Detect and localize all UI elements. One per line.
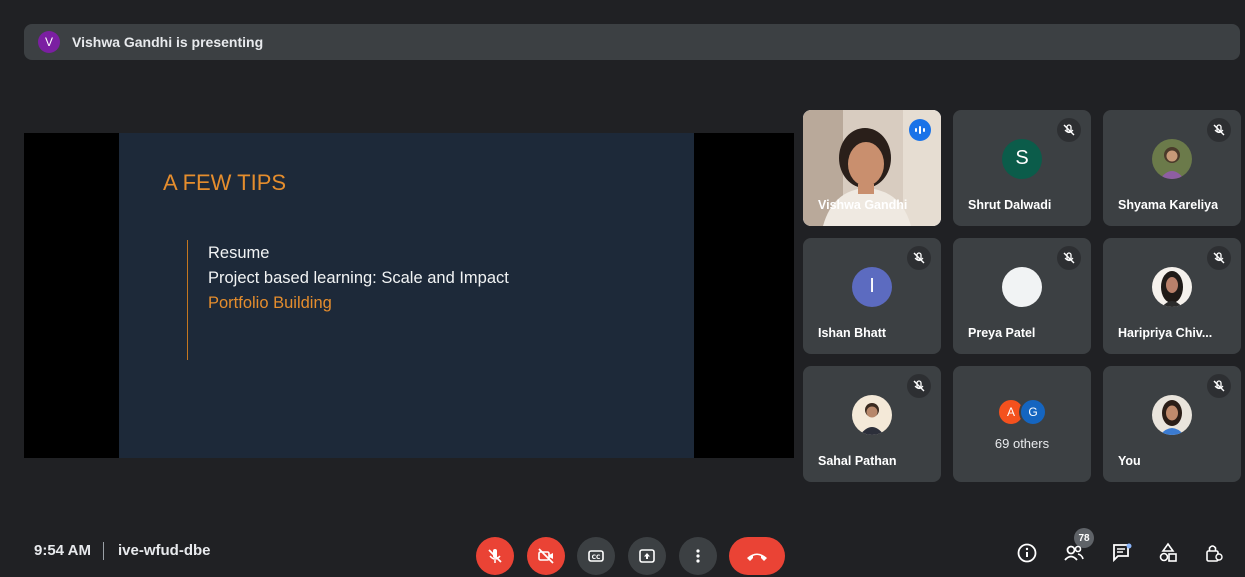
participant-tile-shyama-kareliya[interactable]: Shyama Kareliya bbox=[1103, 110, 1241, 226]
activities-button[interactable] bbox=[1154, 539, 1182, 567]
people-icon bbox=[1064, 545, 1084, 561]
slide-title: A FEW TIPS bbox=[163, 170, 287, 195]
participant-avatar: G bbox=[1019, 398, 1047, 426]
participant-name: Shrut Dalwadi bbox=[968, 198, 1052, 212]
mic-off-icon bbox=[1057, 246, 1081, 270]
participant-avatar: I bbox=[852, 266, 892, 307]
others-tile[interactable]: A G 69 others bbox=[953, 366, 1091, 482]
mic-off-icon bbox=[1207, 246, 1231, 270]
participant-name: Ishan Bhatt bbox=[818, 326, 887, 340]
meeting-details-button[interactable] bbox=[1013, 539, 1041, 567]
participant-avatar: S bbox=[1002, 138, 1042, 179]
slide-item: Project based learning: Scale and Impact bbox=[208, 269, 509, 287]
people-button[interactable] bbox=[1060, 539, 1088, 567]
mic-off-icon bbox=[1057, 118, 1081, 142]
svg-text:CC: CC bbox=[592, 554, 601, 561]
leave-call-button[interactable] bbox=[729, 537, 785, 575]
participant-name: Preya Patel bbox=[968, 326, 1036, 340]
participant-avatar bbox=[1002, 266, 1042, 307]
presenting-text: Vishwa Gandhi is presenting bbox=[72, 34, 264, 50]
participant-name: You bbox=[1118, 454, 1141, 468]
captions-button[interactable]: CC bbox=[577, 537, 615, 575]
host-controls-button[interactable] bbox=[1200, 539, 1228, 567]
participant-tile-sahal-pathan[interactable]: Sahal Pathan bbox=[803, 366, 941, 482]
mic-off-icon bbox=[1207, 118, 1231, 142]
camera-toggle-button[interactable] bbox=[527, 537, 565, 575]
participant-tile-shrut-dalwadi[interactable]: S Shrut Dalwadi bbox=[953, 110, 1091, 226]
captions-icon: CC bbox=[588, 550, 604, 562]
presenting-banner: V Vishwa Gandhi is presenting bbox=[24, 24, 1240, 60]
slide-bullets: Resume Project based learning: Scale and… bbox=[208, 241, 509, 316]
participant-name: Sahal Pathan bbox=[818, 454, 897, 468]
divider bbox=[103, 542, 104, 560]
slide: A FEW TIPS Resume Project based learning… bbox=[119, 133, 694, 458]
speaking-indicator-icon bbox=[909, 119, 931, 141]
slide-item-highlight: Portfolio Building bbox=[208, 294, 332, 312]
participant-avatar bbox=[852, 394, 892, 435]
lock-person-icon bbox=[1206, 545, 1223, 562]
info-icon bbox=[1017, 543, 1037, 563]
participant-avatar bbox=[1152, 266, 1192, 307]
chat-button[interactable] bbox=[1108, 539, 1136, 567]
participant-name: Shyama Kareliya bbox=[1118, 198, 1219, 212]
mic-off-icon bbox=[1207, 374, 1231, 398]
more-options-button[interactable] bbox=[679, 537, 717, 575]
participant-avatar bbox=[1152, 394, 1192, 435]
slide-divider bbox=[187, 240, 188, 360]
others-avatars: A G bbox=[997, 398, 1047, 426]
mic-off-icon bbox=[907, 246, 931, 270]
hang-up-icon bbox=[747, 553, 767, 561]
presenter-avatar: V bbox=[38, 31, 60, 53]
present-now-button[interactable] bbox=[628, 537, 666, 575]
participant-tile-preya-patel[interactable]: Preya Patel bbox=[953, 238, 1091, 354]
participant-tile-you[interactable]: You bbox=[1103, 366, 1241, 482]
meeting-code: ive-wfud-dbe bbox=[118, 542, 211, 559]
present-icon bbox=[639, 549, 655, 563]
participant-tile-vishwa-gandhi[interactable]: Vishwa Gandhi bbox=[803, 110, 941, 226]
more-vert-icon bbox=[696, 549, 700, 563]
control-bar: 9:54 AM ive-wfud-dbe CC 78 bbox=[0, 528, 1245, 577]
mic-toggle-button[interactable] bbox=[476, 537, 514, 575]
activities-icon bbox=[1159, 542, 1177, 562]
mic-off-icon bbox=[907, 374, 931, 398]
participant-tile-ishan-bhatt[interactable]: I Ishan Bhatt bbox=[803, 238, 941, 354]
participant-avatar bbox=[1152, 138, 1192, 179]
chat-icon bbox=[1113, 543, 1132, 563]
camera-off-icon bbox=[538, 548, 554, 564]
presentation-stage[interactable]: A FEW TIPS Resume Project based learning… bbox=[24, 133, 794, 458]
participant-name: Haripriya Chiv... bbox=[1118, 326, 1213, 340]
participant-tile-haripriya[interactable]: Haripriya Chiv... bbox=[1103, 238, 1241, 354]
others-count: 69 others bbox=[994, 436, 1050, 451]
participant-name: Vishwa Gandhi bbox=[818, 198, 908, 212]
slide-item: Resume bbox=[208, 244, 270, 262]
meeting-clock: 9:54 AM bbox=[34, 542, 91, 559]
mic-off-icon bbox=[488, 549, 502, 563]
